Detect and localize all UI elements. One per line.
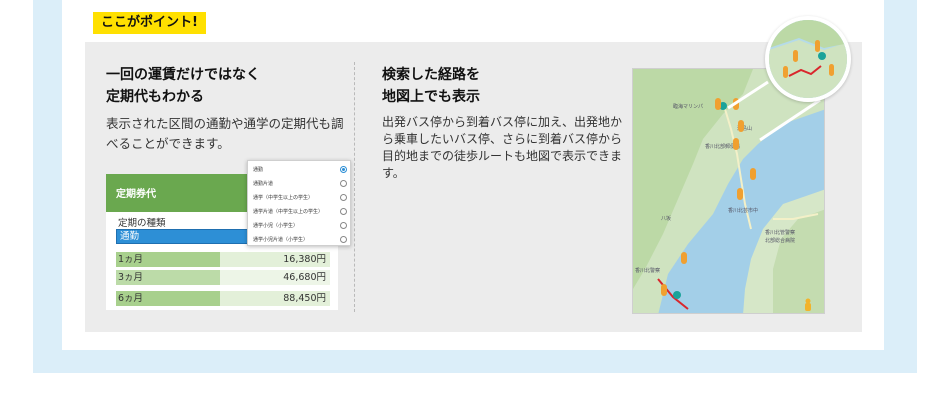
fare-row: 6ヵ月 88,450円 bbox=[116, 291, 330, 306]
bus-stop-pin-icon[interactable] bbox=[738, 119, 744, 138]
map-place-label: 臨海マリンパ bbox=[673, 104, 704, 110]
map-description: 出発バス停から到着バス停に加え、出発地から乗車したいバス停、さらに到着バス停から… bbox=[382, 115, 623, 180]
fare-heading-line1: 一回の運賃だけではなく bbox=[106, 67, 260, 83]
map-place-label: 香川北芸市中 bbox=[728, 208, 759, 214]
map-drawing bbox=[633, 69, 824, 313]
fare-period: 3ヵ月 bbox=[116, 270, 220, 285]
fare-price: 88,450円 bbox=[220, 291, 330, 306]
fare-row: 3ヵ月 46,680円 bbox=[116, 270, 330, 285]
bus-stop-pin-icon[interactable] bbox=[715, 97, 721, 116]
option-label: 通学片道（中学生以上の学生） bbox=[253, 209, 324, 215]
map-place-label: 八坂 bbox=[661, 216, 672, 222]
dropdown-option[interactable]: 通学（中学生以上の学生） bbox=[248, 191, 352, 205]
radio-icon bbox=[340, 194, 347, 201]
fare-description: 表示された区間の通勤や通学の定期代も調べることができます。 bbox=[106, 116, 344, 151]
street-view-pegman-icon[interactable] bbox=[803, 297, 813, 313]
fare-heading: 一回の運賃だけではなく 定期代もわかる bbox=[106, 64, 260, 108]
fare-row: 1ヵ月 16,380円 bbox=[116, 252, 330, 267]
option-label: 通学（中学生以上の学生） bbox=[253, 195, 314, 201]
map-heading: 検索した経路を 地図上でも表示 bbox=[382, 64, 480, 108]
option-label: 通勤片道 bbox=[253, 181, 274, 187]
map-heading-line1: 検索した経路を bbox=[382, 67, 480, 83]
point-badge: ここがポイント! bbox=[93, 12, 206, 34]
dropdown-option[interactable]: 通勤 bbox=[248, 163, 352, 177]
dropdown-option[interactable]: 通勤片道 bbox=[248, 177, 352, 191]
fare-period: 1ヵ月 bbox=[116, 252, 220, 267]
radio-selected-icon bbox=[340, 166, 347, 173]
fare-header-label: 定期券代 bbox=[116, 189, 156, 200]
radio-icon bbox=[340, 236, 347, 243]
map-place-label: 香川北管警察 bbox=[765, 230, 796, 236]
map-heading-line2: 地図上でも表示 bbox=[382, 89, 480, 105]
column-divider bbox=[354, 62, 355, 312]
route-map[interactable]: 臨海マリンパ 津島山 香川北部郵便局 香川北芸市中 香川北管警察 北部総合病院 … bbox=[632, 68, 825, 314]
map-place-label: 北部総合病院 bbox=[765, 238, 796, 244]
map-place-label: 香川北警察 bbox=[635, 268, 661, 274]
pass-type-dropdown: 通勤 通勤片道 通学（中学生以上の学生） 通学片道（中学生以上の学生） 通学小児… bbox=[247, 160, 351, 246]
option-label: 通学小児片道（小学生） bbox=[253, 237, 309, 243]
dropdown-option[interactable]: 通学片道（中学生以上の学生） bbox=[248, 205, 352, 219]
fare-heading-line2: 定期代もわかる bbox=[106, 89, 204, 105]
bus-stop-pin-icon[interactable] bbox=[733, 97, 739, 116]
radio-icon bbox=[340, 222, 347, 229]
fare-price: 46,680円 bbox=[220, 270, 330, 285]
fare-price: 16,380円 bbox=[220, 252, 330, 267]
bus-stop-pin-icon[interactable] bbox=[750, 167, 756, 186]
option-label: 通学小児（小学生） bbox=[253, 223, 299, 229]
bus-stop-pin-icon[interactable] bbox=[661, 283, 667, 302]
bus-stop-pin-icon[interactable] bbox=[737, 187, 743, 206]
option-label: 通勤 bbox=[253, 167, 264, 173]
pass-type-select[interactable]: 通勤 bbox=[116, 229, 264, 244]
pass-type-label: 定期の種類 bbox=[118, 218, 166, 229]
fare-period: 6ヵ月 bbox=[116, 291, 220, 306]
map-zoom-inset bbox=[765, 16, 851, 102]
radio-icon bbox=[340, 180, 347, 187]
dropdown-option[interactable]: 通学小児片道（小学生） bbox=[248, 233, 352, 247]
bus-stop-pin-icon[interactable] bbox=[733, 137, 739, 156]
bus-stop-pin-icon[interactable] bbox=[681, 251, 687, 270]
radio-icon bbox=[340, 208, 347, 215]
dropdown-option[interactable]: 通学小児（小学生） bbox=[248, 219, 352, 233]
